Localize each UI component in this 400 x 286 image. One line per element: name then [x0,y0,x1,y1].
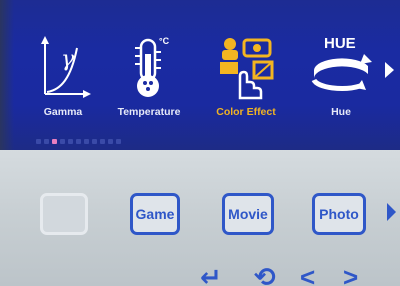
gamma-icon: γ [41,36,91,98]
mode-button-game[interactable]: Game [130,193,180,235]
thermometer-icon: °C [135,36,170,97]
hue-caption: HUE [324,35,356,52]
page-dot [116,139,121,144]
menu-item-temperature[interactable]: °C Temperature [106,30,192,130]
chevron-right-icon[interactable] [387,203,396,221]
gamma-symbol: γ [61,47,75,72]
osd-menu-bar: γ Gamma °C Temperature Color Effect HUE … [0,0,400,150]
page-dot-current [52,139,57,144]
menu-label-temperature: Temperature [117,106,181,118]
back-icon[interactable]: ⟲ [254,264,276,286]
page-indicator [36,139,121,145]
page-dot [108,139,113,144]
bezel-shadow [0,0,14,150]
enter-icon[interactable]: ↵ [200,264,222,286]
page-dot [100,139,105,144]
page-dot [44,139,49,144]
chevron-right-icon[interactable] [385,62,394,78]
menu-item-hue[interactable]: HUE Hue [298,30,384,130]
menu-item-color-effect[interactable]: Color Effect [203,30,289,130]
page-dot [68,139,73,144]
temperature-unit: °C [159,36,170,46]
page-dot [76,139,81,144]
page-dot [84,139,89,144]
mode-button-movie[interactable]: Movie [222,193,274,235]
menu-label-color-effect: Color Effect [216,106,276,118]
menu-item-gamma[interactable]: γ Gamma [20,30,106,130]
page-dot [92,139,97,144]
page-dot [36,139,41,144]
left-arrow-icon[interactable]: < [300,264,315,286]
page-dot [60,139,65,144]
menu-label-hue: Hue [331,106,351,118]
mode-button-disabled[interactable] [40,193,88,235]
right-arrow-icon[interactable]: > [343,264,358,286]
osd-screen: γ Gamma °C Temperature Color Effect HUE … [0,0,400,286]
color-effect-icon [220,38,274,100]
mode-button-photo[interactable]: Photo [312,193,366,235]
hue-icon: HUE [311,35,372,91]
menu-label-gamma: Gamma [43,106,83,118]
